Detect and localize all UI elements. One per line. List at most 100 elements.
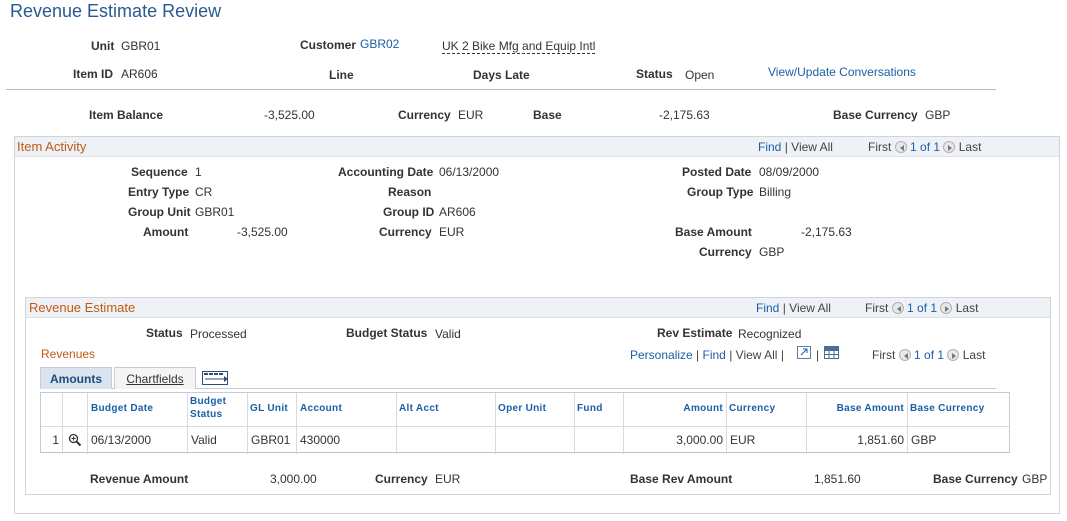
detail-zoom-icon[interactable] bbox=[63, 427, 88, 454]
revenue-estimate-view-all[interactable]: View All bbox=[789, 301, 831, 315]
personalize-link[interactable]: Personalize bbox=[630, 348, 693, 362]
detail-header bbox=[63, 393, 88, 426]
status-value: Open bbox=[685, 68, 715, 82]
new-window-icon[interactable] bbox=[797, 346, 811, 362]
amount-value: -3,525.00 bbox=[237, 225, 288, 239]
first-label: First bbox=[872, 348, 896, 362]
group-id-value: AR606 bbox=[439, 205, 476, 219]
cell-base-amount: 1,851.60 bbox=[807, 427, 908, 454]
base-currency-label: Base Currency bbox=[833, 108, 918, 122]
cell-oper-unit bbox=[496, 427, 575, 454]
cell-alt-acct bbox=[397, 427, 496, 454]
posted-date-label: Posted Date bbox=[682, 165, 752, 179]
totals-base-currency-label: Base Currency bbox=[933, 472, 1018, 486]
header-divider bbox=[6, 89, 996, 90]
col-currency[interactable]: Currency bbox=[727, 393, 807, 426]
col-oper-unit[interactable]: Oper Unit bbox=[496, 393, 575, 426]
download-grid-icon[interactable] bbox=[824, 346, 839, 362]
tab-chartfields[interactable]: Chartfields bbox=[114, 367, 196, 389]
currency-value: EUR bbox=[458, 108, 484, 122]
base-rev-amount-value: 1,851.60 bbox=[814, 472, 861, 486]
item-activity-view-all[interactable]: View All bbox=[791, 140, 833, 154]
col-alt-acct[interactable]: Alt Acct bbox=[397, 393, 496, 426]
activity-currency-label: Currency bbox=[379, 225, 432, 239]
cell-amount: 3,000.00 bbox=[624, 427, 727, 454]
revenue-estimate-find-link[interactable]: Find bbox=[756, 301, 779, 315]
item-activity-find-link[interactable]: Find bbox=[758, 140, 781, 154]
revenues-grid: Budget Date Budget Status GL Unit Account… bbox=[40, 392, 1010, 454]
col-gl-unit[interactable]: GL Unit bbox=[248, 393, 297, 426]
previous-arrow-icon[interactable] bbox=[898, 349, 911, 361]
group-id-label: Group ID bbox=[383, 205, 435, 219]
revenues-tab-strip: Amounts Chartfields bbox=[40, 367, 996, 389]
amount-label: Amount bbox=[143, 225, 189, 239]
unit-value: GBR01 bbox=[121, 39, 161, 53]
base-label: Base bbox=[533, 108, 562, 122]
revenues-find-link[interactable]: Find bbox=[703, 348, 726, 362]
item-balance-value: -3,525.00 bbox=[264, 108, 315, 122]
group-type-value: Billing bbox=[759, 185, 792, 199]
unit-label: Unit bbox=[91, 39, 115, 53]
activity-base-currency-value: GBP bbox=[759, 245, 785, 259]
base-amount-label: Base Amount bbox=[675, 225, 752, 239]
item-activity-title: Item Activity bbox=[17, 139, 87, 154]
revenues-title: Revenues bbox=[41, 347, 96, 361]
nav-separator: | bbox=[782, 301, 786, 315]
col-amount[interactable]: Amount bbox=[624, 393, 727, 426]
customer-name[interactable]: UK 2 Bike Mfg and Equip Intl bbox=[442, 39, 596, 54]
accounting-date-value: 06/13/2000 bbox=[439, 165, 500, 179]
budget-status-value: Valid bbox=[435, 327, 461, 341]
cell-base-currency: GBP bbox=[911, 433, 937, 447]
col-budget-status[interactable]: Budget Status bbox=[188, 393, 248, 426]
revenue-amount-value: 3,000.00 bbox=[270, 472, 317, 486]
rev-status-value: Processed bbox=[190, 327, 247, 341]
col-account[interactable]: Account bbox=[297, 393, 397, 426]
item-activity-page-count: 1 of 1 bbox=[910, 140, 941, 154]
row-number: 1 bbox=[41, 427, 63, 454]
activity-currency-value: EUR bbox=[439, 225, 465, 239]
customer-label: Customer bbox=[300, 38, 357, 52]
revenues-nav: Personalize | Find | View All | bbox=[630, 348, 784, 362]
revenue-estimate-pager: First 1 of 1 Last bbox=[865, 301, 978, 315]
status-label: Status bbox=[636, 67, 673, 81]
col-budget-date[interactable]: Budget Date bbox=[88, 393, 188, 426]
next-arrow-icon[interactable] bbox=[940, 302, 953, 314]
pipe-separator: | bbox=[816, 348, 820, 362]
previous-arrow-icon[interactable] bbox=[891, 302, 904, 314]
previous-arrow-icon[interactable] bbox=[894, 141, 907, 153]
col-base-amount[interactable]: Base Amount bbox=[807, 393, 908, 426]
nav-separator: | bbox=[784, 140, 788, 154]
rev-estimate-value: Recognized bbox=[738, 327, 802, 341]
currency-label: Currency bbox=[398, 108, 451, 122]
last-label: Last bbox=[958, 140, 982, 154]
cell-account: 430000 bbox=[297, 427, 397, 454]
line-label: Line bbox=[329, 68, 354, 82]
col-fund[interactable]: Fund bbox=[575, 393, 624, 426]
view-update-conversations-link[interactable]: View/Update Conversations bbox=[768, 65, 916, 79]
revenue-estimate-page-count: 1 of 1 bbox=[907, 301, 938, 315]
nav-separator: | bbox=[780, 348, 784, 362]
tab-amounts[interactable]: Amounts bbox=[40, 367, 112, 389]
accounting-date-label: Accounting Date bbox=[338, 165, 434, 179]
entry-type-value: CR bbox=[195, 185, 213, 199]
group-type-label: Group Type bbox=[687, 185, 754, 199]
revenues-page-count: 1 of 1 bbox=[914, 348, 945, 362]
next-arrow-icon[interactable] bbox=[947, 349, 960, 361]
item-activity-pager: First 1 of 1 Last bbox=[868, 140, 981, 154]
revenues-view-all[interactable]: View All bbox=[736, 348, 778, 362]
customer-id-link[interactable]: GBR02 bbox=[360, 37, 399, 51]
col-base-currency[interactable]: Base Currency bbox=[908, 393, 1009, 426]
base-value: -2,175.63 bbox=[659, 108, 710, 122]
nav-separator: | bbox=[729, 348, 733, 362]
last-label: Last bbox=[955, 301, 979, 315]
rev-estimate-label: Rev Estimate bbox=[657, 326, 733, 340]
last-label: Last bbox=[962, 348, 986, 362]
activity-base-currency-label: Currency bbox=[699, 245, 752, 259]
show-all-columns-icon[interactable] bbox=[202, 371, 230, 388]
item-activity-nav: Find | View All bbox=[758, 140, 833, 154]
sequence-value: 1 bbox=[195, 165, 202, 179]
next-arrow-icon[interactable] bbox=[943, 141, 956, 153]
row-number-header bbox=[41, 393, 63, 426]
item-id-value: AR606 bbox=[121, 67, 158, 81]
first-label: First bbox=[868, 140, 892, 154]
